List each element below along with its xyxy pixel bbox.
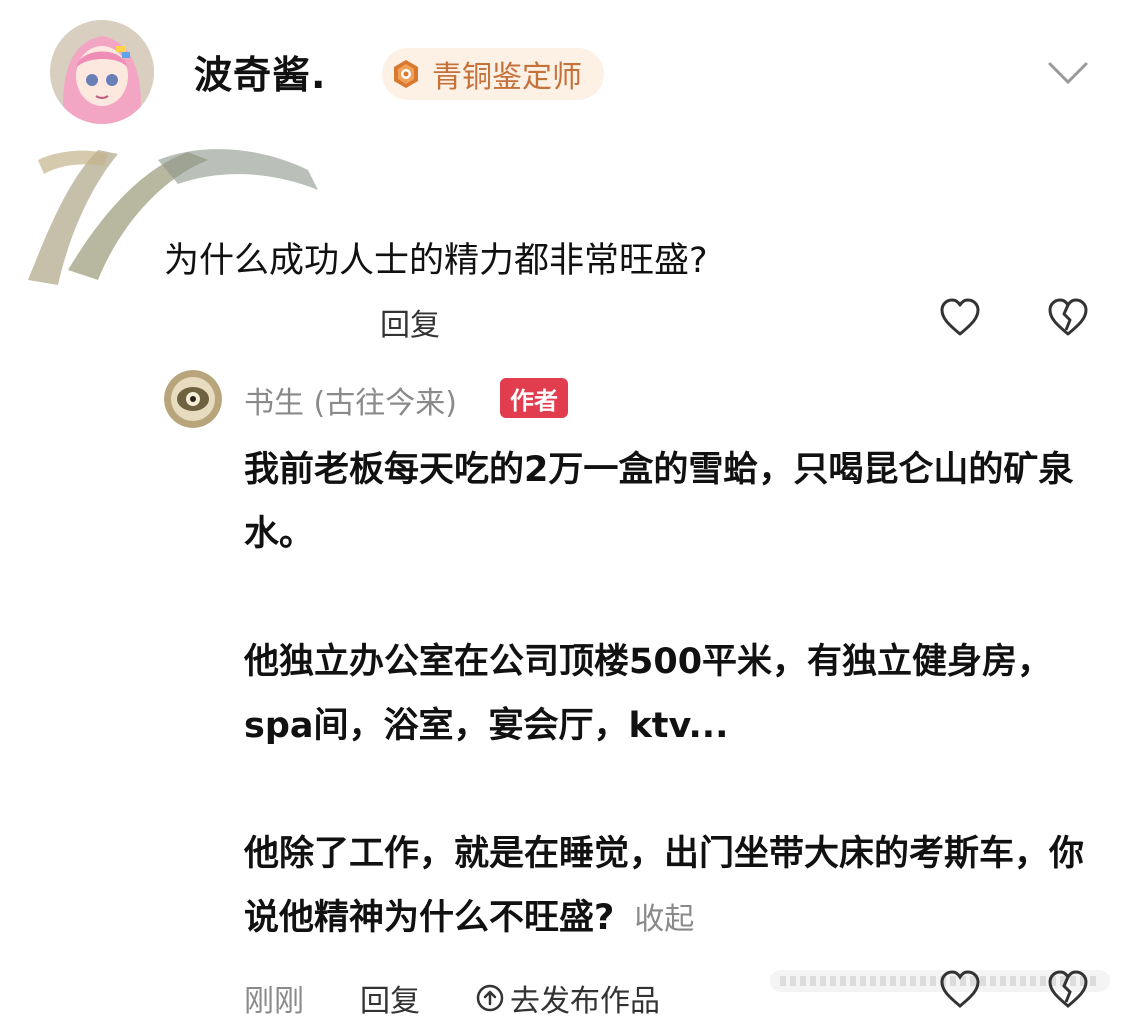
author-tag: 作者 (500, 378, 568, 418)
reply-text: 我前老板每天吃的2万一盒的雪蛤，只喝昆仑山的矿泉水。 他独立办公室在公司顶楼50… (244, 438, 1104, 952)
broken-heart-icon[interactable] (1046, 968, 1090, 1012)
reply-time: 刚刚 (244, 984, 304, 1019)
heart-icon[interactable] (938, 296, 982, 340)
eye-avatar-image (164, 370, 222, 428)
medal-icon (394, 60, 418, 88)
heart-icon[interactable] (938, 968, 982, 1012)
comment-username[interactable]: 波奇酱. (194, 44, 326, 99)
upload-icon (476, 984, 504, 1012)
reply-paragraph: 他独立办公室在公司顶楼500平米，有独立健身房，spa间，浴室，宴会厅，ktv.… (244, 642, 1053, 746)
reply-paragraph: 他除了工作，就是在睡觉，出门坐带大床的考斯车，你说他精神为什么不旺盛? 收起 (244, 822, 1104, 952)
publish-work-link[interactable]: 去发布作品 (476, 976, 660, 1020)
user-avatar[interactable] (50, 20, 154, 124)
comment-text: 为什么成功人士的精力都非常旺盛? (164, 241, 708, 281)
publish-work-label: 去发布作品 (510, 984, 660, 1019)
reply-avatar[interactable] (164, 370, 222, 428)
reply-paragraph: 我前老板每天吃的2万一盒的雪蛤，只喝昆仑山的矿泉水。 (244, 450, 1074, 554)
badge-label: 青铜鉴定师 (432, 60, 582, 95)
anime-avatar-image (50, 20, 154, 124)
reply-button[interactable]: 回复 (360, 976, 420, 1020)
collapse-link[interactable]: 收起 (634, 902, 694, 937)
broken-heart-icon[interactable] (1046, 296, 1090, 340)
reply-button[interactable]: 回复 (380, 300, 440, 344)
user-level-badge[interactable]: 青铜鉴定师 (382, 48, 604, 100)
reply-username[interactable]: 书生 (古往今来) (244, 378, 457, 422)
chevron-down-icon[interactable] (1046, 60, 1090, 86)
